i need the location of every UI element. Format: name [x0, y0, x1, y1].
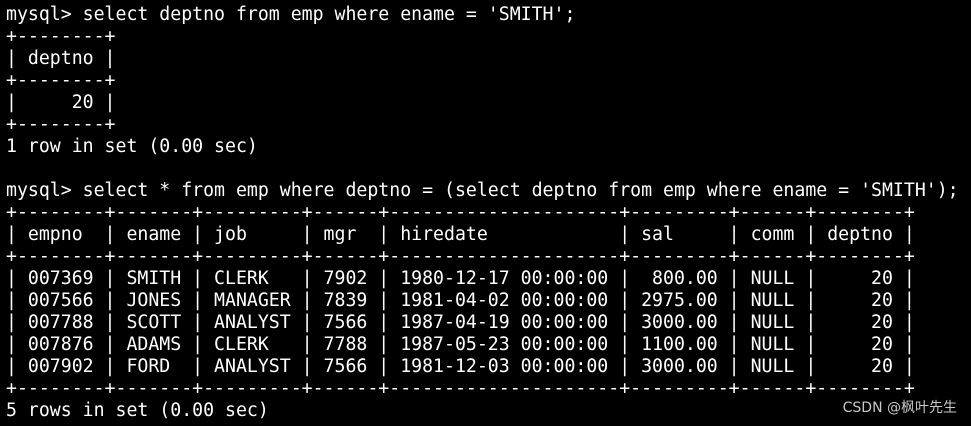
table-row: | 20 |	[6, 92, 116, 113]
table-border: +--------+	[6, 70, 116, 91]
table-border: +--------+-------+---------+------+-----…	[6, 378, 915, 399]
terminal-window[interactable]: mysql> select deptno from emp where enam…	[0, 0, 971, 426]
table-row: | 007566 | JONES | MANAGER | 7839 | 1981…	[6, 290, 915, 311]
result-summary: 1 row in set (0.00 sec)	[6, 136, 258, 157]
table-row: | 007788 | SCOTT | ANALYST | 7566 | 1987…	[6, 312, 915, 333]
table-header: | empno | ename | job | mgr | hiredate |…	[6, 224, 915, 245]
table-border: +--------+-------+---------+------+-----…	[6, 246, 915, 267]
watermark: CSDN @枫叶先生	[842, 400, 957, 416]
table-border: +--------+-------+---------+------+-----…	[6, 202, 915, 223]
table-border: +--------+	[6, 114, 116, 135]
table-row: | 007369 | SMITH | CLERK | 7902 | 1980-1…	[6, 268, 915, 289]
prompt-line: mysql> select deptno from emp where enam…	[6, 4, 576, 25]
prompt-line: mysql> select * from emp where deptno = …	[6, 180, 959, 201]
table-row: | 007876 | ADAMS | CLERK | 7788 | 1987-0…	[6, 334, 915, 355]
table-row: | 007902 | FORD | ANALYST | 7566 | 1981-…	[6, 356, 915, 377]
result-summary: 5 rows in set (0.00 sec)	[6, 400, 269, 421]
table-header: | deptno |	[6, 48, 116, 69]
table-border: +--------+	[6, 26, 116, 47]
